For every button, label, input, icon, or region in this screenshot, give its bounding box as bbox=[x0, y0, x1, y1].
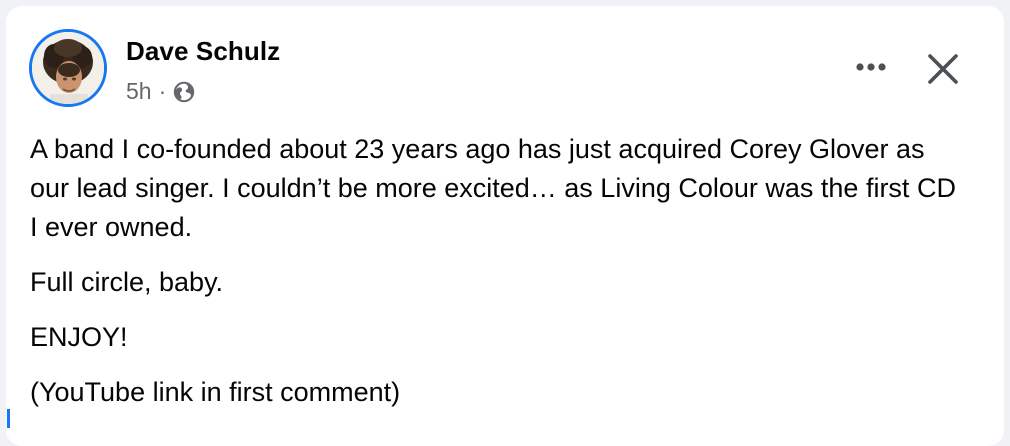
meta-separator: · bbox=[158, 78, 167, 104]
post-paragraph: (YouTube link in first comment) bbox=[30, 377, 401, 407]
author-name[interactable]: Dave Schulz bbox=[126, 36, 280, 67]
close-button[interactable] bbox=[918, 44, 968, 94]
more-options-button[interactable] bbox=[848, 52, 894, 82]
focus-indicator bbox=[7, 409, 10, 428]
post-paragraph: A band I co-founded about 23 years ago h… bbox=[30, 134, 956, 242]
globe-icon[interactable] bbox=[173, 81, 195, 103]
more-options-icon bbox=[856, 63, 886, 71]
post-meta: 5h · bbox=[126, 78, 195, 105]
post-card: Dave Schulz 5h · A band I co-founded abo… bbox=[6, 6, 1004, 446]
close-icon bbox=[928, 54, 958, 84]
post-timestamp[interactable]: 5h bbox=[126, 78, 152, 105]
post-paragraph: Full circle, baby. bbox=[30, 267, 224, 297]
author-avatar[interactable] bbox=[29, 29, 107, 107]
post-paragraph: ENJOY! bbox=[30, 322, 128, 352]
avatar-photo-icon bbox=[32, 32, 104, 104]
post-body: A band I co-founded about 23 years ago h… bbox=[30, 130, 970, 428]
